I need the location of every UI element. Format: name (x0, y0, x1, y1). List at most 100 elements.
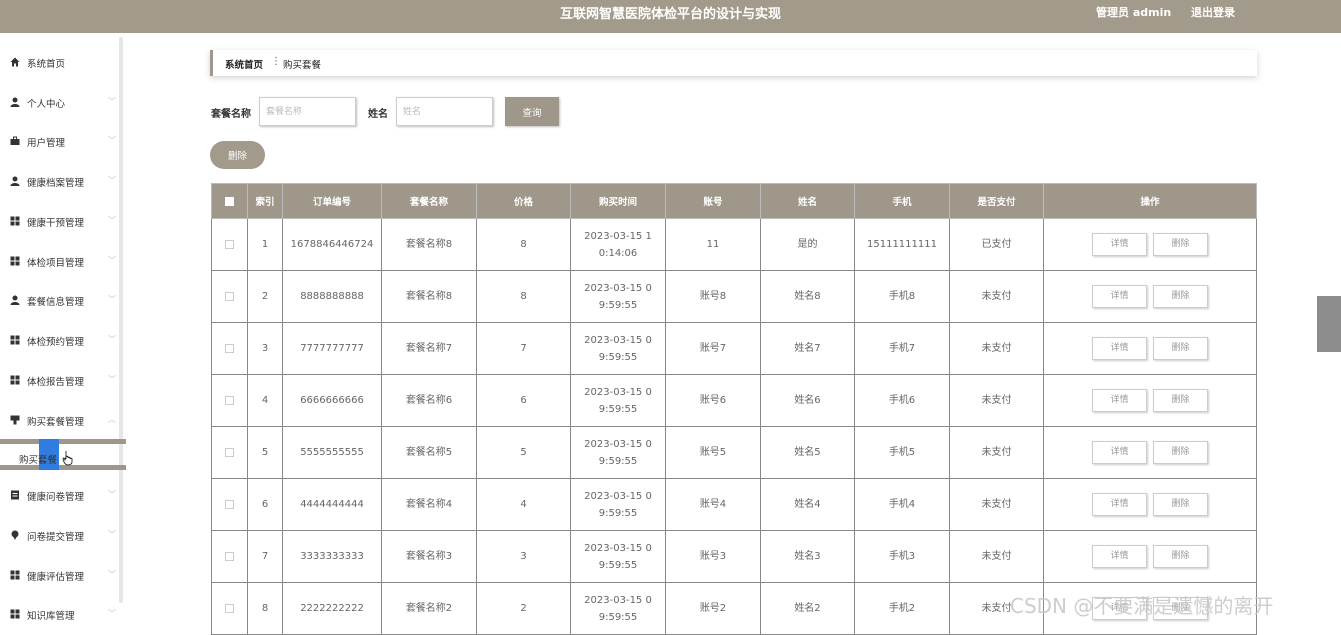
actions-cell: 详情 删除 (1043, 478, 1257, 531)
row-select-cell (211, 270, 248, 323)
table-row: 3 7777777777 套餐名称7 7 2023-03-15 09:59:55 账号7 姓… (211, 322, 1257, 375)
cell-phone: 手机2 (854, 582, 950, 635)
cell-time: 2023-03-15 09:59:55 (570, 322, 666, 375)
cell-price: 5 (476, 426, 571, 479)
sidebar-item-6[interactable]: 体检项目管理 ﹀ (0, 251, 118, 271)
submenu-top-border (0, 439, 126, 444)
cell-name: 姓名8 (760, 270, 855, 323)
table-row: 4 6666666666 套餐名称6 6 2023-03-15 09:59:55 账号6 姓… (211, 374, 1257, 427)
package-name-input[interactable] (259, 97, 356, 126)
detail-button[interactable]: 详情 (1092, 233, 1147, 256)
cell-price: 4 (476, 478, 571, 531)
column-header: 索引 (247, 183, 283, 219)
select-all-checkbox[interactable] (225, 196, 234, 206)
row-checkbox[interactable] (225, 447, 234, 457)
chevron-down-icon: ﹀ (108, 335, 116, 344)
column-header: 手机 (854, 183, 950, 219)
row-select-cell (211, 478, 248, 531)
cell-index: 3 (247, 322, 283, 375)
detail-button[interactable]: 详情 (1092, 545, 1147, 568)
row-select-cell (211, 530, 248, 583)
column-header: 操作 (1043, 183, 1257, 219)
sidebar-item-label: 健康问卷管理 (27, 492, 85, 503)
row-checkbox[interactable] (225, 395, 234, 405)
column-header: 套餐名称 (381, 183, 477, 219)
table-row: 2 8888888888 套餐名称8 8 2023-03-15 09:59:55 账号8 姓… (211, 270, 1257, 323)
row-checkbox[interactable] (225, 499, 234, 509)
cell-paid: 未支付 (949, 322, 1044, 375)
cell-order: 1678846446724 (282, 218, 382, 271)
cell-account: 账号5 (665, 426, 761, 479)
detail-button[interactable]: 详情 (1092, 493, 1147, 516)
cell-order: 3333333333 (282, 530, 382, 583)
cell-paid: 已支付 (949, 218, 1044, 271)
cell-order: 4444444444 (282, 478, 382, 531)
row-checkbox[interactable] (225, 343, 234, 353)
cell-time: 2023-03-15 09:59:55 (570, 478, 666, 531)
cell-package: 套餐名称8 (381, 270, 477, 323)
row-delete-button[interactable]: 删除 (1153, 493, 1208, 516)
row-delete-button[interactable]: 删除 (1153, 285, 1208, 308)
sidebar-item-10[interactable]: 购买套餐管理 ︿ (0, 410, 118, 430)
actions-cell: 详情 删除 (1043, 530, 1257, 583)
logout-link[interactable]: 退出登录 (1191, 0, 1235, 26)
cell-phone: 手机8 (854, 270, 950, 323)
detail-button[interactable]: 详情 (1092, 285, 1147, 308)
sidebar-item-label: 健康评估管理 (27, 572, 85, 583)
sidebar-item-13[interactable]: 健康评估管理 ﹀ (0, 565, 118, 585)
sidebar-item-label: 用户管理 (27, 138, 66, 149)
sidebar-item-11[interactable]: 健康问卷管理 ﹀ (0, 485, 118, 505)
actions-cell: 详情 删除 (1043, 322, 1257, 375)
hand-cursor-icon (62, 451, 73, 466)
cell-name: 姓名3 (760, 530, 855, 583)
sidebar-item-label: 体检项目管理 (27, 258, 85, 269)
row-checkbox[interactable] (225, 551, 234, 561)
detail-button[interactable]: 详情 (1092, 441, 1147, 464)
row-checkbox[interactable] (225, 291, 234, 301)
cell-price: 7 (476, 322, 571, 375)
detail-button[interactable]: 详情 (1092, 389, 1147, 412)
row-checkbox[interactable] (225, 239, 234, 249)
detail-button[interactable]: 详情 (1092, 337, 1147, 360)
sidebar-item-14[interactable]: 知识库管理 ﹀ (0, 604, 118, 624)
row-delete-button[interactable]: 删除 (1153, 337, 1208, 360)
sidebar-item-12[interactable]: 问卷提交管理 ﹀ (0, 525, 118, 545)
sidebar-item-7[interactable]: 套餐信息管理 ﹀ (0, 290, 118, 310)
sidebar-item-label: 套餐信息管理 (27, 297, 85, 308)
user-icon (10, 295, 20, 305)
sidebar-item-2[interactable]: 个人中心 ﹀ (0, 92, 118, 112)
sidebar-item-5[interactable]: 健康干预管理 ﹀ (0, 211, 118, 231)
cell-paid: 未支付 (949, 426, 1044, 479)
row-delete-button[interactable]: 删除 (1153, 545, 1208, 568)
cell-account: 账号2 (665, 582, 761, 635)
user-icon (10, 97, 20, 107)
cell-phone: 手机7 (854, 322, 950, 375)
cell-phone: 手机4 (854, 478, 950, 531)
cell-name: 姓名7 (760, 322, 855, 375)
sidebar-item-4[interactable]: 健康档案管理 ﹀ (0, 171, 118, 191)
cell-order: 8888888888 (282, 270, 382, 323)
sidebar-item-9[interactable]: 体检报告管理 ﹀ (0, 370, 118, 390)
sidebar-item-1[interactable]: 系统首页 (0, 52, 118, 72)
row-delete-button[interactable]: 删除 (1153, 441, 1208, 464)
row-delete-button[interactable]: 删除 (1153, 233, 1208, 256)
sidebar-subitem-label: 购买套餐 (19, 455, 58, 466)
query-button[interactable]: 查询 (505, 97, 559, 126)
sidebar-item-3[interactable]: 用户管理 ﹀ (0, 131, 118, 151)
breadcrumb-home[interactable]: 系统首页 (225, 57, 263, 71)
cell-order: 5555555555 (282, 426, 382, 479)
breadcrumb-accent-bar (210, 50, 213, 76)
briefcase-icon (10, 136, 20, 146)
cell-account: 11 (665, 218, 761, 271)
right-edge-toggle[interactable] (1317, 296, 1341, 352)
name-input[interactable] (396, 97, 493, 126)
row-checkbox[interactable] (225, 603, 234, 613)
sidebar-item-8[interactable]: 体检预约管理 ﹀ (0, 330, 118, 350)
chevron-down-icon: ﹀ (108, 609, 116, 618)
actions-cell: 详情 删除 (1043, 270, 1257, 323)
batch-delete-button[interactable]: 删除 (210, 141, 265, 169)
cell-phone: 15111111111 (854, 218, 950, 271)
sidebar-scrollbar[interactable] (119, 37, 123, 603)
cell-time: 2023-03-15 09:59:55 (570, 270, 666, 323)
row-delete-button[interactable]: 删除 (1153, 389, 1208, 412)
